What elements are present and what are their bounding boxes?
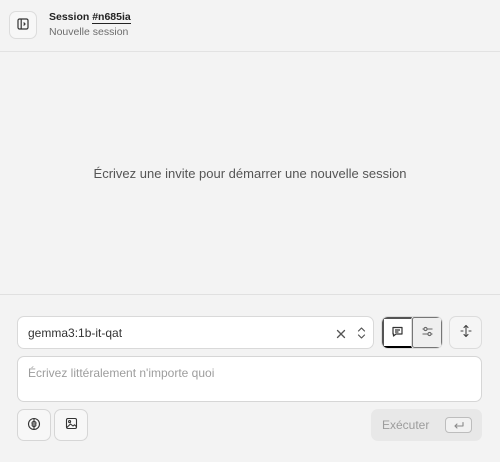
session-title-block: Session #n685ia Nouvelle session: [49, 10, 131, 39]
brain-icon: [27, 417, 41, 434]
message-square-icon: [391, 325, 404, 341]
tools-button[interactable]: [17, 409, 51, 441]
prompt-input[interactable]: [17, 356, 482, 402]
chat-mode-button[interactable]: [382, 317, 412, 348]
chevrons-up-down-icon[interactable]: [355, 325, 367, 341]
corner-down-left-icon: [445, 417, 472, 433]
session-id: #n685ia: [92, 11, 131, 24]
model-select[interactable]: gemma3:1b-it-qat: [17, 316, 374, 349]
sidebar-panel-icon: [17, 17, 29, 33]
session-subtitle: Nouvelle session: [49, 26, 129, 38]
model-select-value: gemma3:1b-it-qat: [28, 326, 123, 340]
run-button-label: Exécuter: [382, 418, 430, 432]
settings-mode-button[interactable]: [412, 317, 442, 348]
run-button[interactable]: Exécuter: [371, 409, 482, 441]
session-title: Session #n685ia: [49, 10, 131, 24]
composer-panel: gemma3:1b-it-qat Écrivez littéralement n…: [0, 294, 500, 462]
conversation-area: Écrivez une invite pour démarrer une nou…: [0, 53, 500, 294]
mode-toggle-group: [381, 316, 443, 349]
sliders-icon: [421, 325, 434, 341]
session-header: Session #n685ia Nouvelle session: [0, 0, 500, 52]
sidebar-toggle-button[interactable]: [9, 11, 37, 39]
session-title-prefix: Session: [49, 11, 93, 23]
empty-state-message: Écrivez une invite pour démarrer une nou…: [93, 166, 407, 181]
image-icon: [65, 417, 78, 433]
expand-composer-button[interactable]: [449, 316, 482, 349]
close-icon[interactable]: [334, 327, 347, 340]
attach-image-button[interactable]: [54, 409, 88, 441]
move-vertical-icon: [459, 324, 473, 341]
app-window: Session #n685ia Nouvelle session Écrivez…: [0, 0, 500, 462]
